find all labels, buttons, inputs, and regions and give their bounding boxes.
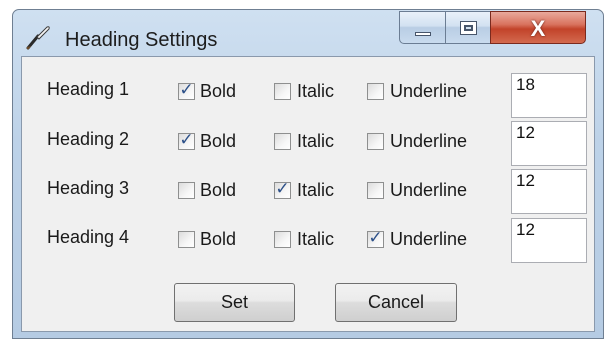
title-bar[interactable]: Heading Settings X — [13, 10, 603, 56]
checkbox-italic-heading-2[interactable] — [274, 133, 291, 150]
label-bold: Bold — [200, 131, 237, 151]
checkbox-italic-heading-3[interactable]: ✓ — [274, 179, 291, 199]
check-mark-icon: ✓ — [368, 228, 383, 247]
size-value: 12 — [516, 220, 535, 239]
set-button[interactable]: Set — [174, 283, 295, 322]
label-underline: Underline — [390, 180, 468, 200]
size-input-heading-3[interactable]: 12 — [511, 169, 587, 214]
close-icon: X — [530, 16, 546, 41]
cancel-button[interactable]: Cancel — [335, 283, 457, 322]
label-italic: Italic — [297, 81, 335, 101]
size-input-heading-2[interactable]: 12 — [511, 121, 587, 166]
label-bold: Bold — [200, 229, 237, 249]
check-mark-icon: ✓ — [275, 179, 290, 198]
row-label-heading-3: Heading 3 — [47, 178, 130, 198]
checkbox-bold-heading-4[interactable] — [178, 231, 195, 248]
row-label-heading-2: Heading 2 — [47, 129, 130, 149]
checkbox-italic-heading-1[interactable] — [274, 83, 291, 100]
size-value: 12 — [516, 171, 535, 190]
checkbox-bold-heading-2[interactable]: ✓ — [178, 130, 195, 150]
label-bold: Bold — [200, 81, 237, 101]
size-value: 12 — [516, 123, 535, 142]
size-value: 18 — [516, 75, 535, 94]
settings-panel: Heading 1 ✓ Bold Italic Underline 18 Hea… — [21, 56, 595, 332]
checkbox-underline-heading-4[interactable]: ✓ — [367, 228, 384, 248]
checkbox-underline-heading-1[interactable] — [367, 83, 384, 100]
row-label-heading-4: Heading 4 — [47, 227, 130, 247]
label-italic: Italic — [297, 180, 335, 200]
label-underline: Underline — [390, 131, 468, 151]
dialog-window: Heading Settings X Heading 1 ✓ Bold Ital… — [12, 9, 604, 339]
label-bold: Bold — [200, 180, 237, 200]
minimize-button[interactable] — [399, 11, 446, 44]
maximize-icon — [460, 21, 477, 35]
checkbox-italic-heading-4[interactable] — [274, 231, 291, 248]
minimize-icon — [415, 32, 431, 36]
checkbox-underline-heading-2[interactable] — [367, 133, 384, 150]
label-italic: Italic — [297, 131, 335, 151]
size-input-heading-1[interactable]: 18 — [511, 73, 587, 118]
window-title: Heading Settings — [65, 29, 218, 51]
label-underline: Underline — [390, 229, 468, 249]
check-mark-icon: ✓ — [179, 130, 194, 149]
maximize-button[interactable] — [445, 11, 491, 44]
label-underline: Underline — [390, 81, 468, 101]
checkbox-bold-heading-3[interactable] — [178, 182, 195, 199]
row-label-heading-1: Heading 1 — [47, 79, 130, 99]
size-input-heading-4[interactable]: 12 — [511, 218, 587, 263]
close-button[interactable]: X — [490, 11, 586, 44]
checkbox-bold-heading-1[interactable]: ✓ — [178, 80, 195, 100]
checkbox-underline-heading-3[interactable] — [367, 182, 384, 199]
wrench-brush-icon — [26, 26, 50, 50]
label-italic: Italic — [297, 229, 335, 249]
check-mark-icon: ✓ — [179, 80, 194, 99]
